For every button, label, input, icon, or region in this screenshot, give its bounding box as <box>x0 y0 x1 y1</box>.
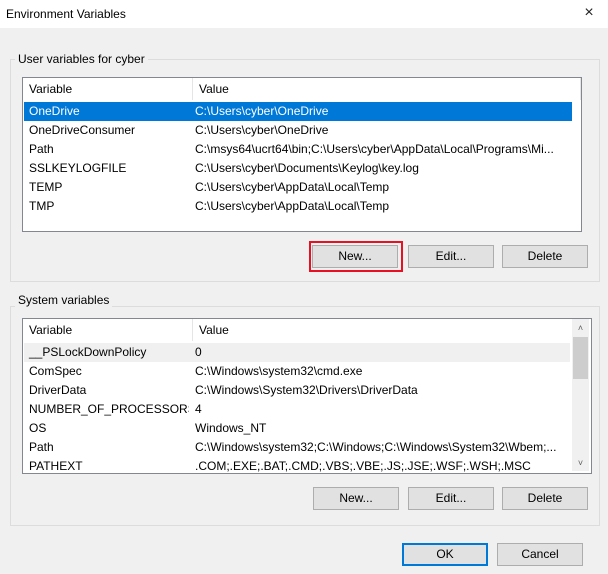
window-title: Environment Variables <box>6 7 126 21</box>
user-edit-button[interactable]: Edit... <box>408 245 494 268</box>
table-row[interactable]: TEMP C:\Users\cyber\AppData\Local\Temp <box>24 178 572 197</box>
variable-value: 4 <box>195 402 202 416</box>
variable-name: NUMBER_OF_PROCESSORS <box>29 402 189 416</box>
scroll-down-icon[interactable]: ˅ <box>572 454 589 471</box>
table-row[interactable]: TMP C:\Users\cyber\AppData\Local\Temp <box>24 197 572 216</box>
system-delete-button[interactable]: Delete <box>502 487 588 510</box>
ok-button[interactable]: OK <box>402 543 488 566</box>
variable-name: OneDriveConsumer <box>29 123 136 137</box>
table-row[interactable]: DriverData C:\Windows\System32\Drivers\Dr… <box>24 381 570 400</box>
close-icon[interactable]: × <box>578 2 600 24</box>
system-edit-button[interactable]: Edit... <box>408 487 494 510</box>
user-variables-list[interactable]: Variable Value OneDrive C:\Users\cyber\On… <box>22 77 582 232</box>
variable-value: C:\Users\cyber\AppData\Local\Temp <box>195 199 390 213</box>
variable-value: C:\Windows\System32\Drivers\DriverData <box>195 383 418 397</box>
table-row[interactable]: PATHEXT .COM;.EXE;.BAT;.CMD;.VBS;.VBE;.JS… <box>24 457 570 473</box>
table-row[interactable]: NUMBER_OF_PROCESSORS 4 <box>24 400 570 419</box>
list-header: Variable Value <box>23 78 581 100</box>
variable-value: C:\Windows\system32;C:\Windows;C:\Window… <box>195 440 557 454</box>
list-header: Variable Value <box>23 319 573 341</box>
variable-value: C:\msys64\ucrt64\bin;C:\Users\cyber\AppD… <box>195 142 554 156</box>
user-variables-label: User variables for cyber <box>15 52 148 66</box>
table-row[interactable]: OS Windows_NT <box>24 419 570 438</box>
table-row[interactable]: Path C:\msys64\ucrt64\bin;C:\Users\cyber\… <box>24 140 572 159</box>
table-row[interactable]: OneDrive C:\Users\cyber\OneDrive <box>24 102 572 121</box>
title-bar: Environment Variables × <box>0 0 608 28</box>
variable-name: TEMP <box>29 180 63 194</box>
system-variables-label: System variables <box>15 293 113 307</box>
table-row[interactable]: OneDriveConsumer C:\Users\cyber\OneDrive <box>24 121 572 140</box>
table-row[interactable]: SSLKEYLOGFILE C:\Users\cyber\Documents\Ke… <box>24 159 572 178</box>
variable-value: C:\Users\cyber\OneDrive <box>195 104 329 118</box>
variable-value: C:\Users\cyber\AppData\Local\Temp <box>195 180 390 194</box>
table-row[interactable]: ComSpec C:\Windows\system32\cmd.exe <box>24 362 570 381</box>
variable-name: SSLKEYLOGFILE <box>29 161 127 175</box>
variable-name: Path <box>29 142 54 156</box>
table-row[interactable]: Path C:\Windows\system32;C:\Windows;C:\Wi… <box>24 438 570 457</box>
highlight-box <box>309 241 403 272</box>
system-new-button[interactable]: New... <box>313 487 399 510</box>
variable-name: OS <box>29 421 47 435</box>
variable-name: Path <box>29 440 54 454</box>
column-header-variable[interactable]: Variable <box>23 319 193 341</box>
variable-value: C:\Windows\system32\cmd.exe <box>195 364 363 378</box>
variable-name: TMP <box>29 199 55 213</box>
variable-value: C:\Users\cyber\OneDrive <box>195 123 329 137</box>
vertical-scrollbar[interactable]: ˄ ˅ <box>572 319 589 471</box>
user-delete-button[interactable]: Delete <box>502 245 588 268</box>
variable-value: C:\Users\cyber\Documents\Keylog\key.log <box>195 161 419 175</box>
variable-value: 0 <box>195 345 202 359</box>
system-variables-list[interactable]: Variable Value __PSLockDownPolicy 0 ComSpe… <box>22 318 592 474</box>
column-header-value[interactable]: Value <box>193 319 573 341</box>
variable-name: ComSpec <box>29 364 82 378</box>
cancel-button[interactable]: Cancel <box>497 543 583 566</box>
variable-name: OneDrive <box>29 104 80 118</box>
scroll-up-icon[interactable]: ˄ <box>572 319 589 336</box>
scroll-thumb[interactable] <box>573 337 588 379</box>
table-row[interactable]: __PSLockDownPolicy 0 <box>24 343 570 362</box>
variable-name: DriverData <box>29 383 87 397</box>
variable-name: PATHEXT <box>29 459 83 473</box>
variable-value: .COM;.EXE;.BAT;.CMD;.VBS;.VBE;.JS;.JSE;.… <box>195 459 531 473</box>
variable-name: __PSLockDownPolicy <box>29 345 147 359</box>
column-header-variable[interactable]: Variable <box>23 78 193 100</box>
column-header-value[interactable]: Value <box>193 78 581 100</box>
variable-value: Windows_NT <box>195 421 267 435</box>
